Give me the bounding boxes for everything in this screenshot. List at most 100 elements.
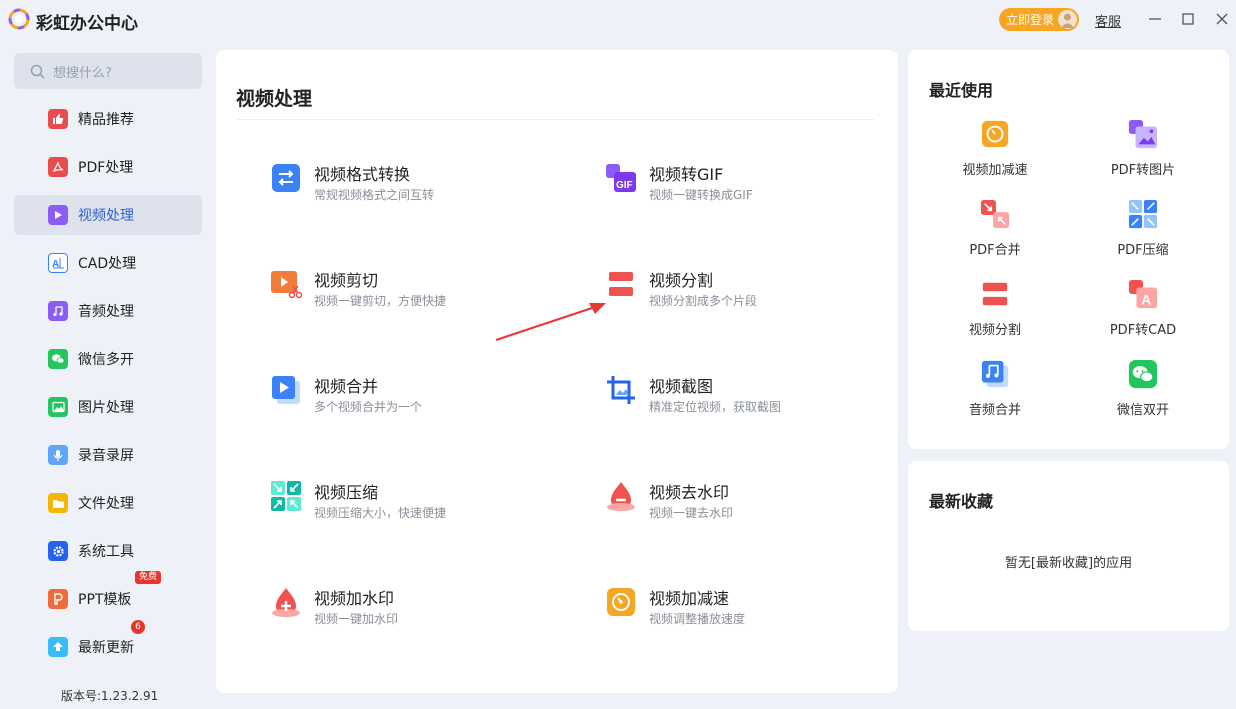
sidebar-item-system[interactable]: 系统工具 bbox=[14, 531, 202, 571]
tool-add-watermark[interactable]: 视频加水印 视频一键加水印 bbox=[270, 586, 570, 636]
sidebar-item-pdf[interactable]: PDF处理 bbox=[14, 147, 202, 187]
split-icon bbox=[982, 282, 1008, 306]
recent-item-label: 微信双开 bbox=[1116, 403, 1169, 418]
recent-item-audio-merge[interactable]: 音频合并 bbox=[934, 359, 1054, 429]
wechat-icon bbox=[48, 349, 68, 369]
recent-item-video-split[interactable]: 视频分割 bbox=[934, 279, 1054, 349]
video-play-icon bbox=[48, 205, 68, 225]
add-watermark-icon bbox=[272, 588, 300, 617]
tool-name: 视频格式转换 bbox=[314, 165, 411, 184]
favorites-title: 最新收藏 bbox=[929, 492, 994, 511]
folder-icon bbox=[48, 493, 68, 513]
recent-item-pdf-to-cad[interactable]: A PDF转CAD bbox=[1082, 279, 1202, 349]
tool-name: 视频剪切 bbox=[314, 271, 379, 290]
sidebar-item-video[interactable]: 视频处理 bbox=[14, 195, 202, 235]
pdf-to-cad-icon: A bbox=[1128, 279, 1158, 309]
support-link[interactable]: 客服 bbox=[1095, 11, 1121, 30]
sidebar-item-label: PPT模板 bbox=[78, 592, 132, 608]
music-note-icon bbox=[48, 301, 68, 321]
sidebar-item-label: 音频处理 bbox=[78, 304, 134, 320]
login-button[interactable]: 立即登录 bbox=[999, 8, 1079, 31]
sidebar-item-cad[interactable]: A CAD处理 bbox=[14, 243, 202, 283]
tool-description: 视频一键去水印 bbox=[649, 506, 734, 520]
tool-video-to-gif[interactable]: GIF 视频转GIF 视频一键转换成GIF bbox=[605, 162, 905, 212]
upload-arrow-icon bbox=[48, 637, 68, 657]
main-panel: 视频处理 视频格式转换 常规视频格式之间互转 GIF 视频转GIF 视频一键转换… bbox=[216, 50, 898, 693]
sidebar-item-files[interactable]: 文件处理 bbox=[14, 483, 202, 523]
close-icon[interactable] bbox=[1212, 9, 1232, 29]
sidebar-item-label: 精品推荐 bbox=[78, 112, 134, 128]
ppt-icon bbox=[48, 589, 68, 609]
sidebar-item-image[interactable]: 图片处理 bbox=[14, 387, 202, 427]
recent-item-label: PDF转CAD bbox=[1109, 323, 1177, 338]
tool-name: 视频转GIF bbox=[649, 165, 724, 184]
sidebar-item-label: 最新更新 bbox=[78, 640, 134, 656]
crop-screenshot-icon bbox=[607, 376, 635, 404]
update-count-badge: 6 bbox=[131, 620, 145, 634]
tool-remove-watermark[interactable]: 视频去水印 视频一键去水印 bbox=[605, 480, 905, 530]
sidebar-item-label: 文件处理 bbox=[78, 496, 134, 512]
favorites-empty-text: 暂无[最新收藏]的应用 bbox=[1004, 556, 1133, 571]
version-label: 版本号:1.23.2.91 bbox=[61, 689, 159, 703]
free-badge: 免费 bbox=[135, 571, 162, 584]
gear-icon bbox=[48, 541, 68, 561]
tool-video-speed[interactable]: 视频加减速 视频调整播放速度 bbox=[605, 586, 905, 636]
split-icon bbox=[609, 272, 633, 296]
pdf-to-image-icon bbox=[1128, 119, 1158, 149]
sidebar-item-audio[interactable]: 音频处理 bbox=[14, 291, 202, 331]
sidebar-item-recording[interactable]: 录音录屏 bbox=[14, 435, 202, 475]
tool-description: 视频压缩大小，快速便捷 bbox=[314, 506, 447, 520]
recent-item-wechat-dual[interactable]: 微信双开 bbox=[1082, 359, 1202, 429]
tool-video-compress[interactable]: 视频压缩 视频压缩大小，快速便捷 bbox=[270, 480, 570, 530]
microphone-icon bbox=[48, 445, 68, 465]
svg-text:A: A bbox=[1141, 291, 1151, 307]
recent-item-label: 视频分割 bbox=[968, 323, 1021, 338]
video-cut-icon bbox=[271, 271, 302, 299]
sidebar-item-label: 图片处理 bbox=[78, 400, 134, 416]
recent-item-video-speed[interactable]: 视频加减速 bbox=[934, 119, 1054, 189]
sidebar-item-updates[interactable]: 最新更新 6 bbox=[14, 620, 202, 667]
compress-icon bbox=[271, 481, 301, 511]
search-input[interactable]: 想搜什么? bbox=[14, 53, 202, 89]
recent-item-label: 视频加减速 bbox=[962, 163, 1028, 178]
login-label: 立即登录 bbox=[1006, 13, 1055, 27]
recent-item-pdf-compress[interactable]: PDF压缩 bbox=[1082, 199, 1202, 269]
minimize-icon[interactable] bbox=[1145, 9, 1165, 29]
sidebar-item-label: CAD处理 bbox=[78, 256, 137, 272]
tool-description: 精准定位视频，获取截图 bbox=[649, 400, 782, 414]
tool-video-format-convert[interactable]: 视频格式转换 常规视频格式之间互转 bbox=[270, 162, 570, 212]
sidebar-item-recommended[interactable]: 精品推荐 bbox=[14, 99, 202, 139]
search-placeholder: 想搜什么? bbox=[53, 65, 112, 81]
tool-name: 视频截图 bbox=[649, 377, 714, 396]
tool-description: 视频一键剪切，方便快捷 bbox=[314, 294, 447, 308]
wechat-icon bbox=[1128, 359, 1158, 389]
pdf-merge-icon bbox=[980, 199, 1010, 229]
audio-merge-icon bbox=[981, 360, 1009, 388]
sidebar-item-ppt[interactable]: PPT模板 免费 bbox=[14, 571, 202, 619]
video-merge-icon bbox=[272, 376, 300, 404]
tool-video-split[interactable]: 视频分割 视频分割成多个片段 bbox=[605, 268, 905, 318]
gif-icon: GIF bbox=[606, 164, 636, 192]
svg-text:GIF: GIF bbox=[616, 180, 633, 191]
recent-item-label: PDF转图片 bbox=[1110, 163, 1176, 178]
sidebar-item-wechat[interactable]: 微信多开 bbox=[14, 339, 202, 379]
maximize-icon[interactable] bbox=[1178, 9, 1198, 29]
page-title: 视频处理 bbox=[236, 88, 313, 110]
tool-description: 多个视频合并为一个 bbox=[314, 400, 423, 414]
favorites-panel: 最新收藏 暂无[最新收藏]的应用 bbox=[908, 461, 1229, 631]
image-icon bbox=[48, 397, 68, 417]
sidebar-item-label: 系统工具 bbox=[78, 544, 134, 560]
tool-description: 视频分割成多个片段 bbox=[649, 294, 758, 308]
recent-item-pdf-to-image[interactable]: PDF转图片 bbox=[1082, 119, 1202, 189]
tool-video-screenshot[interactable]: 视频截图 精准定位视频，获取截图 bbox=[605, 374, 905, 424]
recent-item-label: PDF合并 bbox=[969, 243, 1021, 258]
tool-description: 视频一键转换成GIF bbox=[649, 188, 753, 202]
tool-video-merge[interactable]: 视频合并 多个视频合并为一个 bbox=[270, 374, 570, 424]
sidebar-item-label: 录音录屏 bbox=[78, 448, 134, 464]
app-logo-icon bbox=[8, 8, 30, 30]
sidebar-item-label: PDF处理 bbox=[78, 160, 134, 176]
app-title: 彩虹办公中心 bbox=[36, 14, 138, 34]
recent-item-pdf-merge[interactable]: PDF合并 bbox=[934, 199, 1054, 269]
speed-icon bbox=[607, 588, 635, 616]
recent-item-label: 音频合并 bbox=[968, 403, 1021, 418]
